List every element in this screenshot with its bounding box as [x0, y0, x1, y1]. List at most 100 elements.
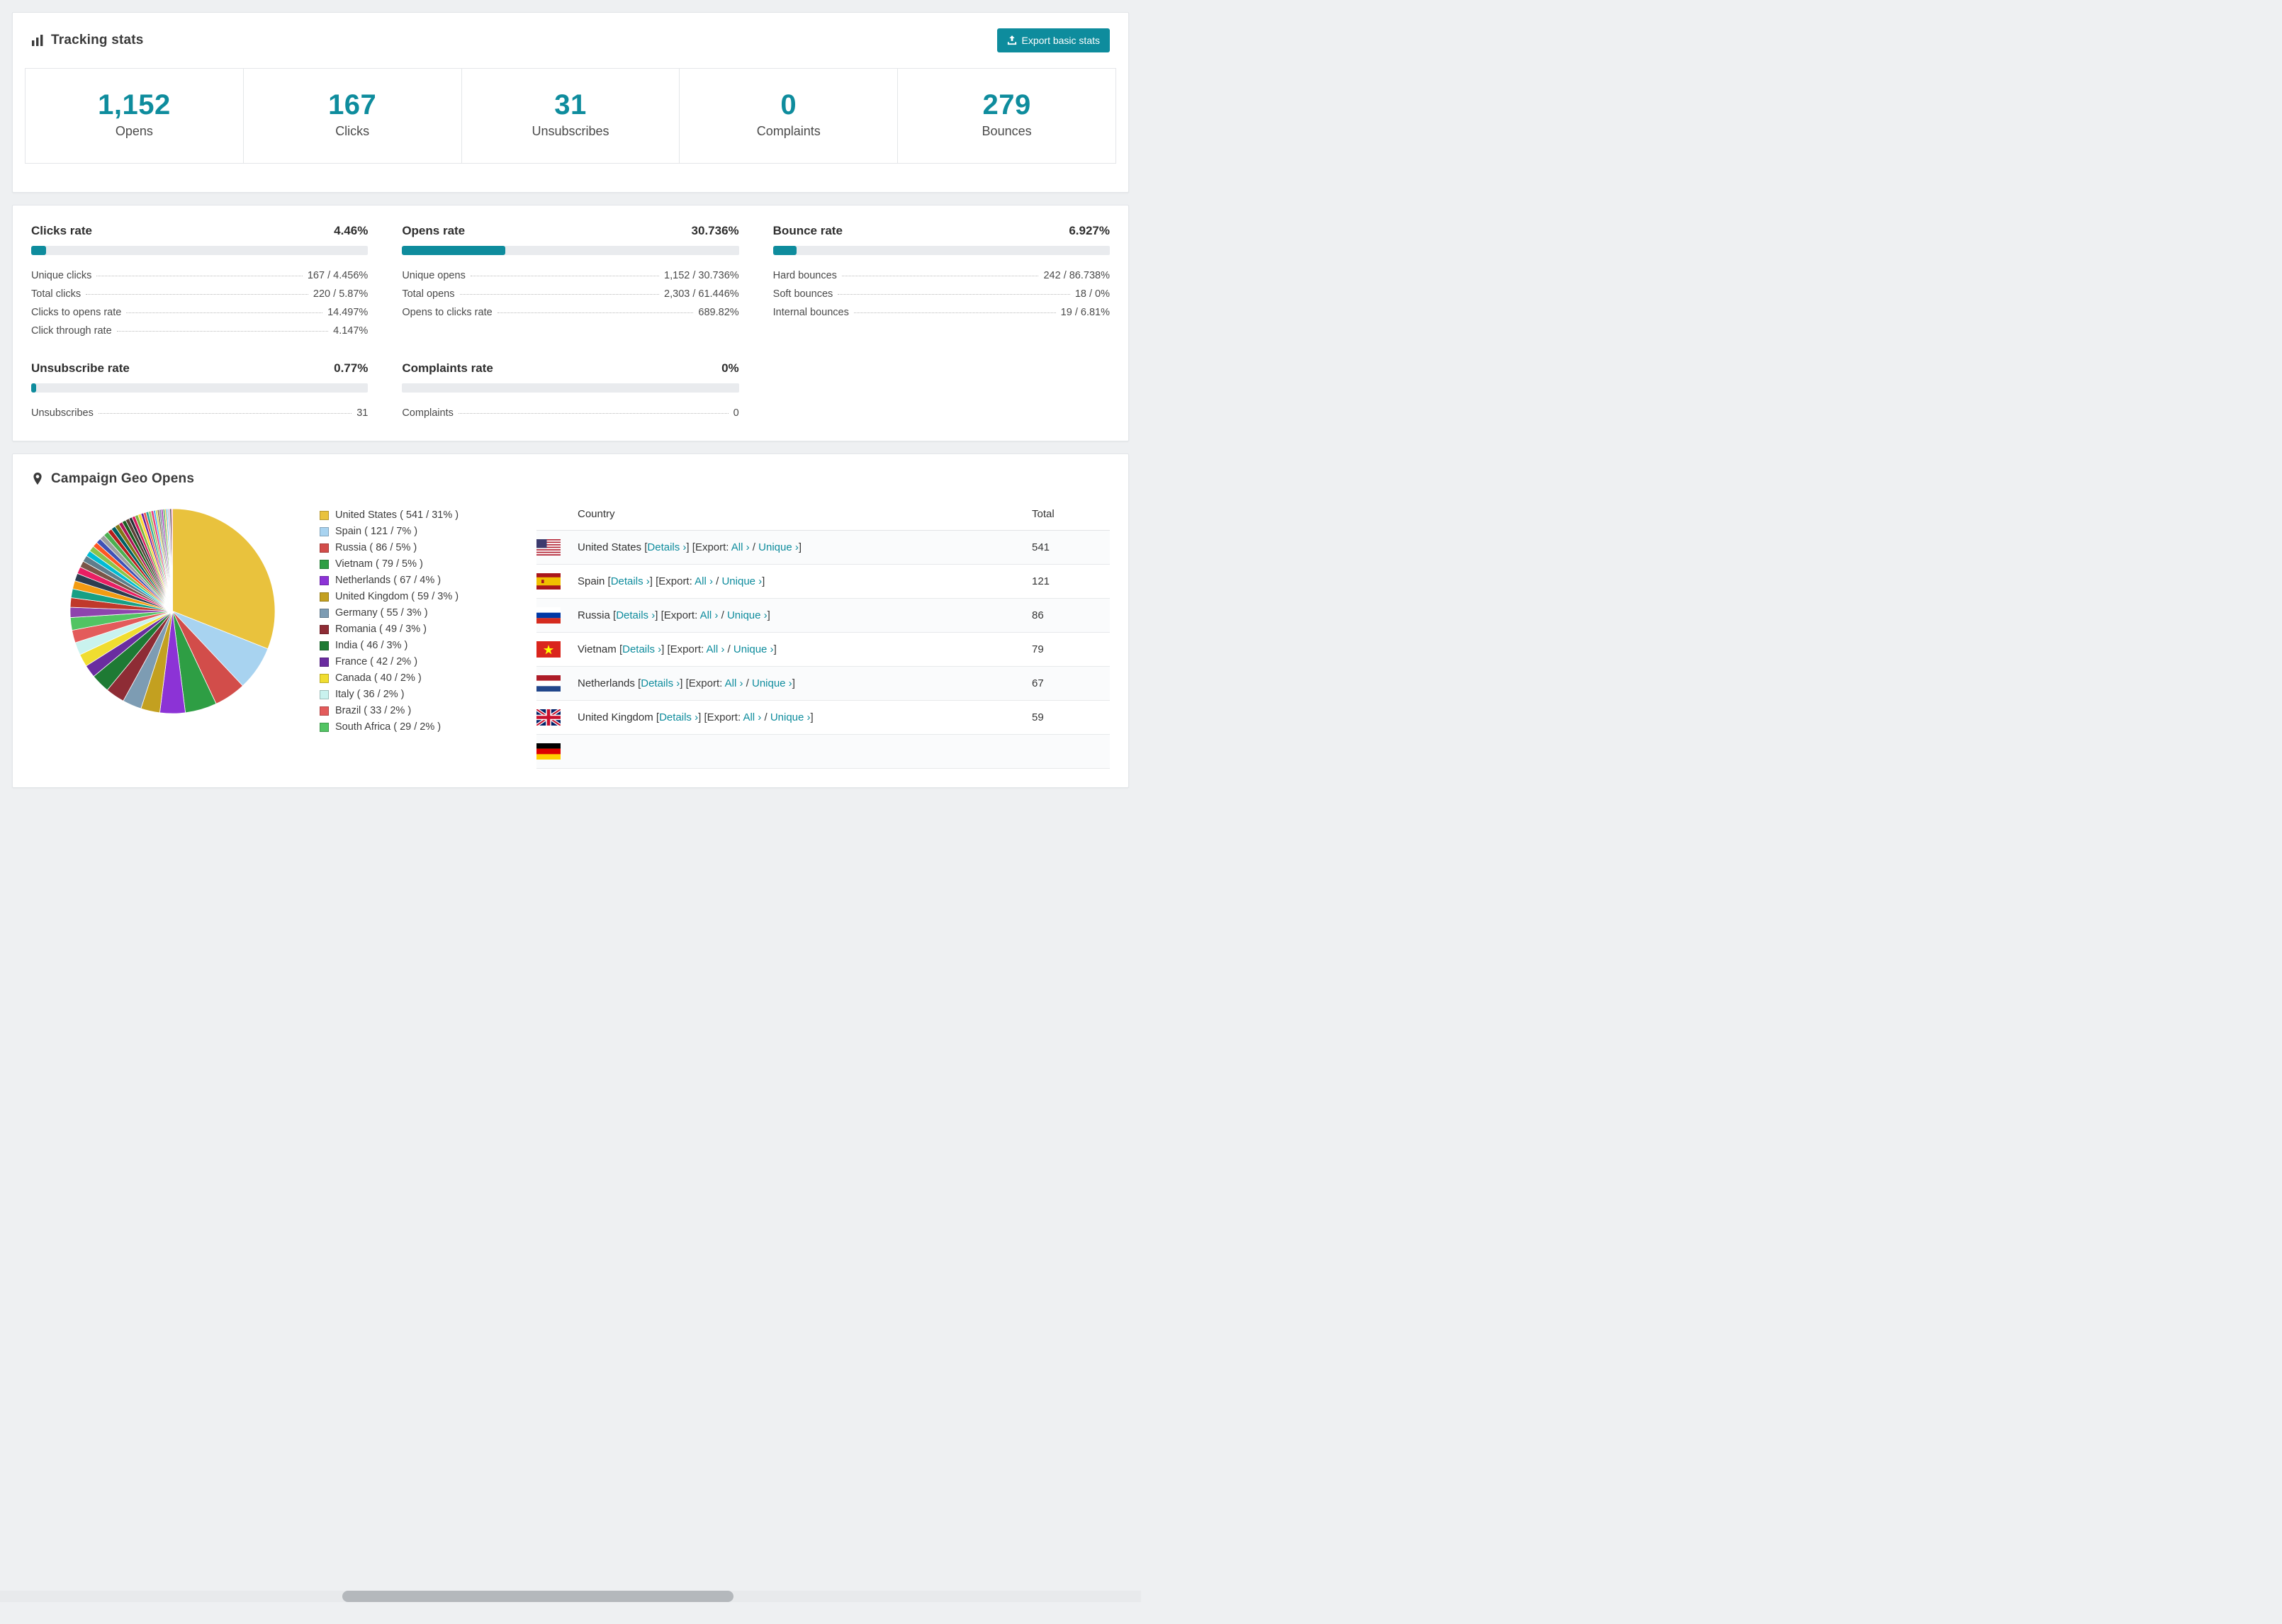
export-unique-link[interactable]: Unique › [721, 575, 762, 587]
rate-progress-track [31, 246, 369, 255]
dotted-leader [116, 331, 329, 332]
rate-row: Opens to clicks rate 689.82% [402, 303, 738, 322]
legend-label: Netherlands ( 67 / 4% ) [335, 575, 442, 586]
details-link[interactable]: Details › [647, 541, 686, 553]
export-unique-link[interactable]: Unique › [727, 609, 768, 621]
legend-label: Russia ( 86 / 5% ) [335, 542, 417, 553]
country-column-header: Country [578, 508, 615, 520]
details-link[interactable]: Details › [616, 609, 655, 621]
rate-row: Hard bounces 242 / 86.738% [773, 266, 1110, 285]
stat-label: Opens [115, 124, 153, 138]
legend-swatch [320, 510, 329, 520]
details-link[interactable]: Details › [622, 643, 661, 655]
details-link[interactable]: Details › [659, 711, 698, 723]
export-unique-link[interactable]: Unique › [770, 711, 811, 723]
stat-value: 31 [554, 89, 587, 120]
rate-row: Total opens 2,303 / 61.446% [402, 285, 738, 303]
export-all-link[interactable]: All › [695, 575, 713, 587]
export-basic-stats-button[interactable]: Export basic stats [996, 28, 1110, 52]
dotted-leader [126, 312, 323, 313]
export-unique-link[interactable]: Unique › [758, 541, 799, 553]
slash: / [749, 541, 759, 553]
export-all-link[interactable]: All › [707, 643, 725, 655]
bracket: ] [773, 643, 777, 655]
rate-head: Bounce rate 6.927% [773, 224, 1110, 238]
flag-cell [536, 539, 578, 556]
total-column-header: Total [1032, 508, 1055, 520]
legend-swatch [320, 543, 329, 553]
geo-table-row: United States [Details ›] [Export: All ›… [536, 531, 1110, 565]
export-icon [1007, 35, 1017, 45]
legend-item-italy: Italy ( 36 / 2% ) [320, 689, 495, 700]
legend-label: United Kingdom ( 59 / 3% ) [335, 591, 459, 602]
slash: / [724, 643, 734, 655]
rate-progress-fill [31, 246, 47, 255]
rate-row-label: Opens to clicks rate [402, 307, 493, 318]
bracket: ] [649, 575, 653, 587]
geo-table-row [536, 735, 1110, 769]
rate-title: Bounce rate [772, 224, 843, 237]
rate-value: 4.46% [334, 224, 369, 237]
slash: / [712, 575, 722, 587]
rate-row-label: Hard bounces [772, 270, 837, 281]
legend-item-united-kingdom: United Kingdom ( 59 / 3% ) [320, 591, 495, 602]
geo-table-header: Country Total [536, 500, 1110, 531]
tracking-stats-card: Tracking stats Export basic stats 1,152 … [12, 12, 1129, 193]
flag-cell [536, 675, 578, 692]
geo-opens-pie-chart [69, 508, 276, 714]
bracket: ] [798, 541, 802, 553]
export-label: Export: [688, 677, 725, 689]
bracket: ] [661, 643, 665, 655]
horizontal-scrollbar-thumb[interactable] [342, 1591, 734, 1602]
rate-block-opens-rate: Opens rate 30.736% Unique opens 1,152 / … [402, 224, 739, 340]
bracket: ] [792, 677, 795, 689]
dotted-leader [838, 294, 1070, 295]
map-pin-icon [31, 473, 44, 485]
us-flag-icon [536, 539, 561, 556]
country-name: Vietnam [578, 643, 617, 655]
export-unique-link[interactable]: Unique › [734, 643, 774, 655]
rate-progress-fill [31, 383, 36, 393]
rate-progress-track [402, 246, 739, 255]
rate-row-value: 689.82% [698, 307, 739, 318]
export-button-label: Export basic stats [1021, 35, 1101, 46]
country-cell: United Kingdom [Details ›] [Export: All … [578, 711, 1032, 723]
legend-label: Brazil ( 33 / 2% ) [335, 705, 412, 716]
legend-label: France ( 42 / 2% ) [335, 656, 418, 667]
rate-block-bounce-rate: Bounce rate 6.927% Hard bounces 242 / 86… [772, 224, 1110, 340]
bracket: ] [680, 677, 683, 689]
rate-title: Clicks rate [31, 224, 92, 237]
export-all-link[interactable]: All › [700, 609, 719, 621]
geo-table-row: Russia [Details ›] [Export: All › / Uniq… [536, 599, 1110, 633]
details-link[interactable]: Details › [641, 677, 680, 689]
ru-flag-icon [536, 607, 561, 624]
export-all-link[interactable]: All › [743, 711, 761, 723]
rate-row-value: 1,152 / 30.736% [664, 270, 739, 281]
rate-head: Complaints rate 0% [402, 361, 738, 376]
legend-swatch [320, 592, 329, 602]
rate-progress-fill [772, 246, 797, 255]
rate-row-label: Unsubscribes [31, 407, 94, 419]
legend-item-netherlands: Netherlands ( 67 / 4% ) [320, 575, 495, 586]
geo-content: United States ( 541 / 31% ) Spain ( 121 … [13, 490, 1128, 787]
export-all-link[interactable]: All › [731, 541, 750, 553]
rate-row-value: 0 [733, 407, 739, 419]
rate-row-value: 19 / 6.81% [1060, 307, 1110, 318]
export-all-link[interactable]: All › [725, 677, 743, 689]
rate-title: Opens rate [402, 224, 466, 237]
rate-row-label: Total opens [402, 288, 455, 300]
rate-row: Unique opens 1,152 / 30.736% [402, 266, 738, 285]
stats-row: 1,152 Opens 167 Clicks 31 Unsubscribes 0… [25, 68, 1116, 164]
rate-row: Soft bounces 18 / 0% [773, 285, 1110, 303]
export-unique-link[interactable]: Unique › [752, 677, 792, 689]
stat-complaints: 0 Complaints [680, 69, 899, 163]
stat-value: 0 [780, 89, 797, 120]
details-link[interactable]: Details › [611, 575, 650, 587]
flag-cell [536, 607, 578, 624]
legend-label: South Africa ( 29 / 2% ) [335, 721, 442, 733]
geo-opens-table: Country Total United States [Details ›] … [536, 500, 1110, 769]
geo-opens-card: Campaign Geo Opens United States ( 541 /… [12, 453, 1129, 788]
flag-cell [536, 743, 578, 760]
stat-clicks: 167 Clicks [243, 69, 462, 163]
legend-label: Italy ( 36 / 2% ) [335, 689, 405, 700]
